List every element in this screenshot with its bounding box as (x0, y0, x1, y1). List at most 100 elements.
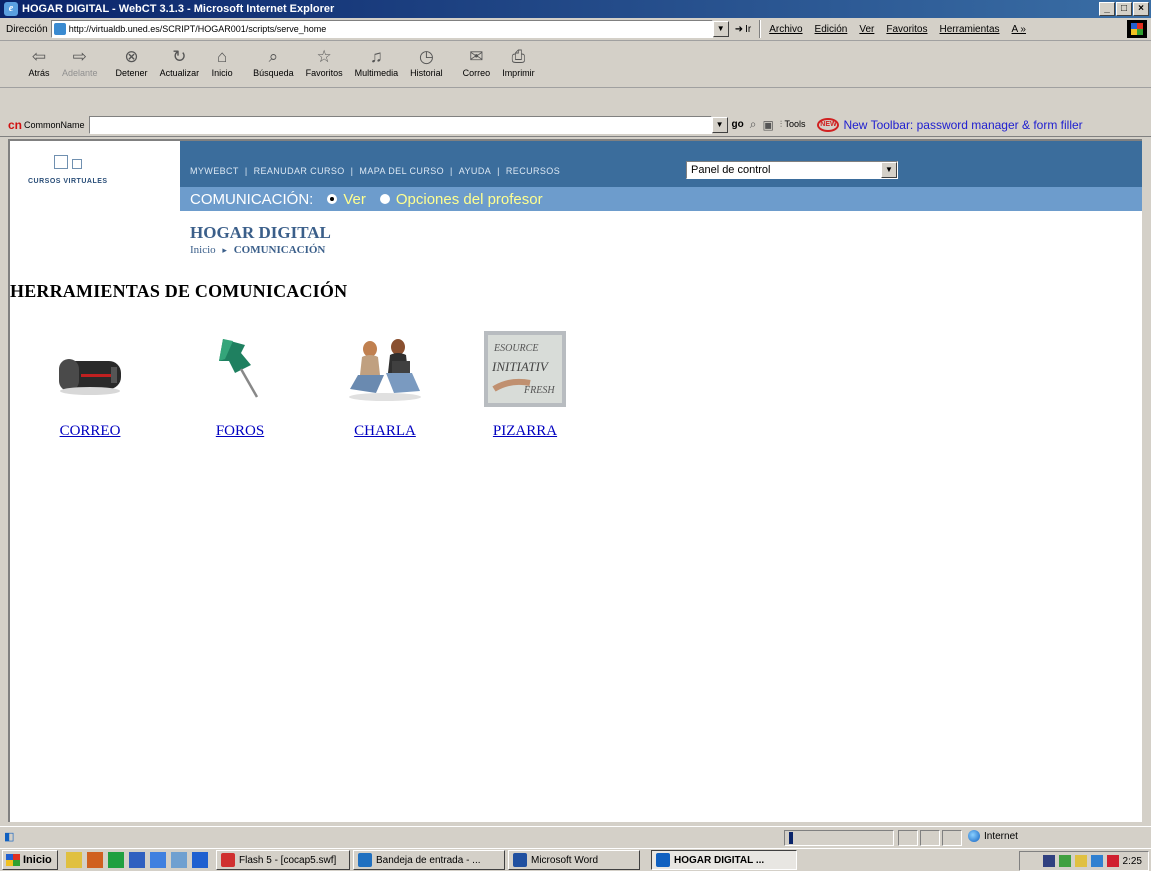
nav-link-4[interactable]: RECURSOS (506, 166, 560, 176)
quicklaunch-app-icon-2[interactable] (87, 852, 103, 868)
toolbar-button-7[interactable]: ♫ Multimedia (355, 46, 399, 78)
search-icon[interactable]: ⌕ (750, 117, 757, 132)
new-badge[interactable]: NEW (817, 117, 840, 132)
globe-icon (968, 830, 980, 842)
tool-correo[interactable]: CORREO (40, 331, 140, 440)
view-radio[interactable] (327, 194, 338, 204)
address-dropdown-arrow[interactable]: ▼ (712, 21, 729, 37)
pushpin-icon[interactable] (195, 331, 285, 407)
svg-text:ESOURCE: ESOURCE (493, 343, 538, 354)
tools-button[interactable]: ⫶ Tools (780, 119, 806, 130)
tool-charla[interactable]: CHARLA (335, 331, 435, 440)
nav-link-3[interactable]: AYUDA (459, 166, 491, 176)
go-button[interactable]: ➜ Ir (735, 24, 752, 35)
menu-item-1[interactable]: Edición (815, 24, 848, 35)
toolbar-label-7: Multimedia (354, 68, 399, 78)
tool-link-charla[interactable]: CHARLA (335, 423, 435, 440)
tool-link-foros[interactable]: FOROS (190, 423, 290, 440)
quicklaunch-app-icon-3[interactable] (108, 852, 124, 868)
toolbar-button-1[interactable]: ⇨ Adelante (62, 46, 98, 78)
menu-item-3[interactable]: Favoritos (886, 24, 927, 35)
toolbar-button-6[interactable]: ☆ Favoritos (306, 46, 343, 78)
webct-logo[interactable]: CURSOS VIRTUALES (10, 141, 180, 211)
task-label-1: Bandeja de entrada - ... (376, 854, 481, 866)
toolbar-button-0[interactable]: ⇦ Atrás (28, 46, 50, 78)
breadcrumb-home-link[interactable]: Inicio (190, 244, 216, 256)
view-option-label[interactable]: Ver (343, 191, 366, 208)
commonname-dropdown-arrow[interactable]: ▼ (711, 116, 728, 133)
tool-foros[interactable]: FOROS (190, 331, 290, 440)
quicklaunch-app-icon-5[interactable] (150, 852, 166, 868)
minimize-button[interactable]: _ (1099, 2, 1115, 16)
task-button-3[interactable]: HOGAR DIGITAL ... (651, 850, 797, 870)
panel-select-arrow[interactable]: ▼ (881, 162, 897, 178)
toolbar-label-5: Búsqueda (253, 68, 294, 78)
tool-link-pizarra[interactable]: PIZARRA (475, 423, 575, 440)
menu-item-5[interactable]: A » (1012, 24, 1026, 35)
window-titlebar: e HOGAR DIGITAL - WebCT 3.1.3 - Microsof… (0, 0, 1151, 18)
tool-pizarra[interactable]: ESOURCE INITIATIV FRESH PIZARRA (475, 331, 575, 440)
go-label: Ir (745, 23, 752, 35)
status-bar: ◧ Internet (0, 826, 1151, 846)
task-label-0: Flash 5 - [cocap5.swf] (239, 854, 337, 866)
tray-icon-2[interactable] (1058, 855, 1071, 867)
professor-options-label[interactable]: Opciones del profesor (396, 191, 543, 208)
whiteboard-icon[interactable]: ESOURCE INITIATIV FRESH (480, 331, 570, 407)
address-input[interactable]: http://virtualdb.uned.es/SCRIPT/HOGAR001… (50, 20, 713, 38)
maximize-button[interactable]: □ (1116, 2, 1132, 16)
breadcrumb-current: COMUNICACIÓN (233, 244, 326, 256)
menu-item-4[interactable]: Herramientas (940, 24, 1000, 35)
tray-icon-3[interactable] (1074, 855, 1087, 867)
chat-people-icon[interactable] (340, 331, 430, 407)
panel-select[interactable]: Panel de control ▼ (686, 161, 898, 179)
start-button[interactable]: Inicio (2, 850, 58, 870)
toolbar-promo-link[interactable]: New Toolbar: password manager & form fil… (843, 118, 1082, 132)
mailbox-icon[interactable] (45, 331, 135, 407)
commonname-input[interactable] (88, 115, 712, 134)
commonname-label: CommonName (24, 119, 85, 130)
windows-logo-icon (1127, 20, 1147, 38)
commonname-go-button[interactable]: go (732, 119, 744, 130)
toolbar-button-9[interactable]: ✉ Correo (463, 46, 491, 78)
quicklaunch-ie-icon[interactable] (192, 852, 208, 868)
quicklaunch-app-icon-1[interactable] (66, 852, 82, 868)
professor-radio[interactable] (379, 194, 390, 204)
task-icon-1 (358, 853, 372, 867)
task-button-1[interactable]: Bandeja de entrada - ... (353, 850, 505, 870)
toolbar-icon-7: ♫ (370, 47, 383, 66)
toolbar-button-4[interactable]: ⌂ Inicio (211, 46, 233, 78)
toolbar-button-2[interactable]: ⊗ Detener (116, 46, 148, 78)
tool-link-correo[interactable]: CORREO (40, 423, 140, 440)
quicklaunch-app-icon-6[interactable] (171, 852, 187, 868)
toolbar-icon-8: ◷ (418, 47, 434, 66)
tray-icon-1[interactable] (1042, 855, 1055, 867)
nav-link-1[interactable]: REANUDAR CURSO (254, 166, 345, 176)
section-label: COMUNICACIÓN: (190, 190, 314, 208)
toolbar-button-3[interactable]: ↻ Actualizar (160, 46, 200, 78)
nav-link-0[interactable]: MYWEBCT (190, 166, 239, 176)
status-pane-2 (920, 830, 940, 846)
address-row: Dirección http://virtualdb.uned.es/SCRIP… (0, 18, 1151, 41)
toolbar-button-5[interactable]: ⌕ Búsqueda (253, 46, 294, 78)
toolbar-button-8[interactable]: ◷ Historial (410, 46, 443, 78)
tray-icon-4[interactable] (1090, 855, 1103, 867)
toolbar-button-10[interactable]: ⎙ Imprimir (502, 46, 535, 78)
highlight-icon[interactable]: ▣ (763, 118, 774, 132)
close-button[interactable]: × (1133, 2, 1149, 16)
tray-icon-5[interactable] (1106, 855, 1119, 867)
menubar: Archivo Edición Ver Favoritos Herramientas A … (769, 24, 1026, 35)
task-button-2[interactable]: Microsoft Word (508, 850, 640, 870)
clock: 2:25 (1122, 855, 1142, 867)
browser-toolbar: ⇦ Atrás ⇨ Adelante ⊗ Detener ↻ Actualizar ⌂ Inici… (0, 42, 1151, 88)
nav-separator: | (350, 166, 354, 176)
menu-item-0[interactable]: Archivo (769, 24, 802, 35)
quicklaunch-app-icon-4[interactable] (129, 852, 145, 868)
status-pane-3 (942, 830, 962, 846)
toolbar-label-9: Correo (462, 68, 491, 78)
toolbar-label-8: Historial (410, 68, 443, 78)
tools-label: Tools (784, 119, 806, 129)
menu-item-2[interactable]: Ver (859, 24, 874, 35)
toolbar-label-10: Imprimir (502, 68, 535, 78)
nav-link-2[interactable]: MAPA DEL CURSO (359, 166, 444, 176)
task-button-0[interactable]: Flash 5 - [cocap5.swf] (216, 850, 350, 870)
